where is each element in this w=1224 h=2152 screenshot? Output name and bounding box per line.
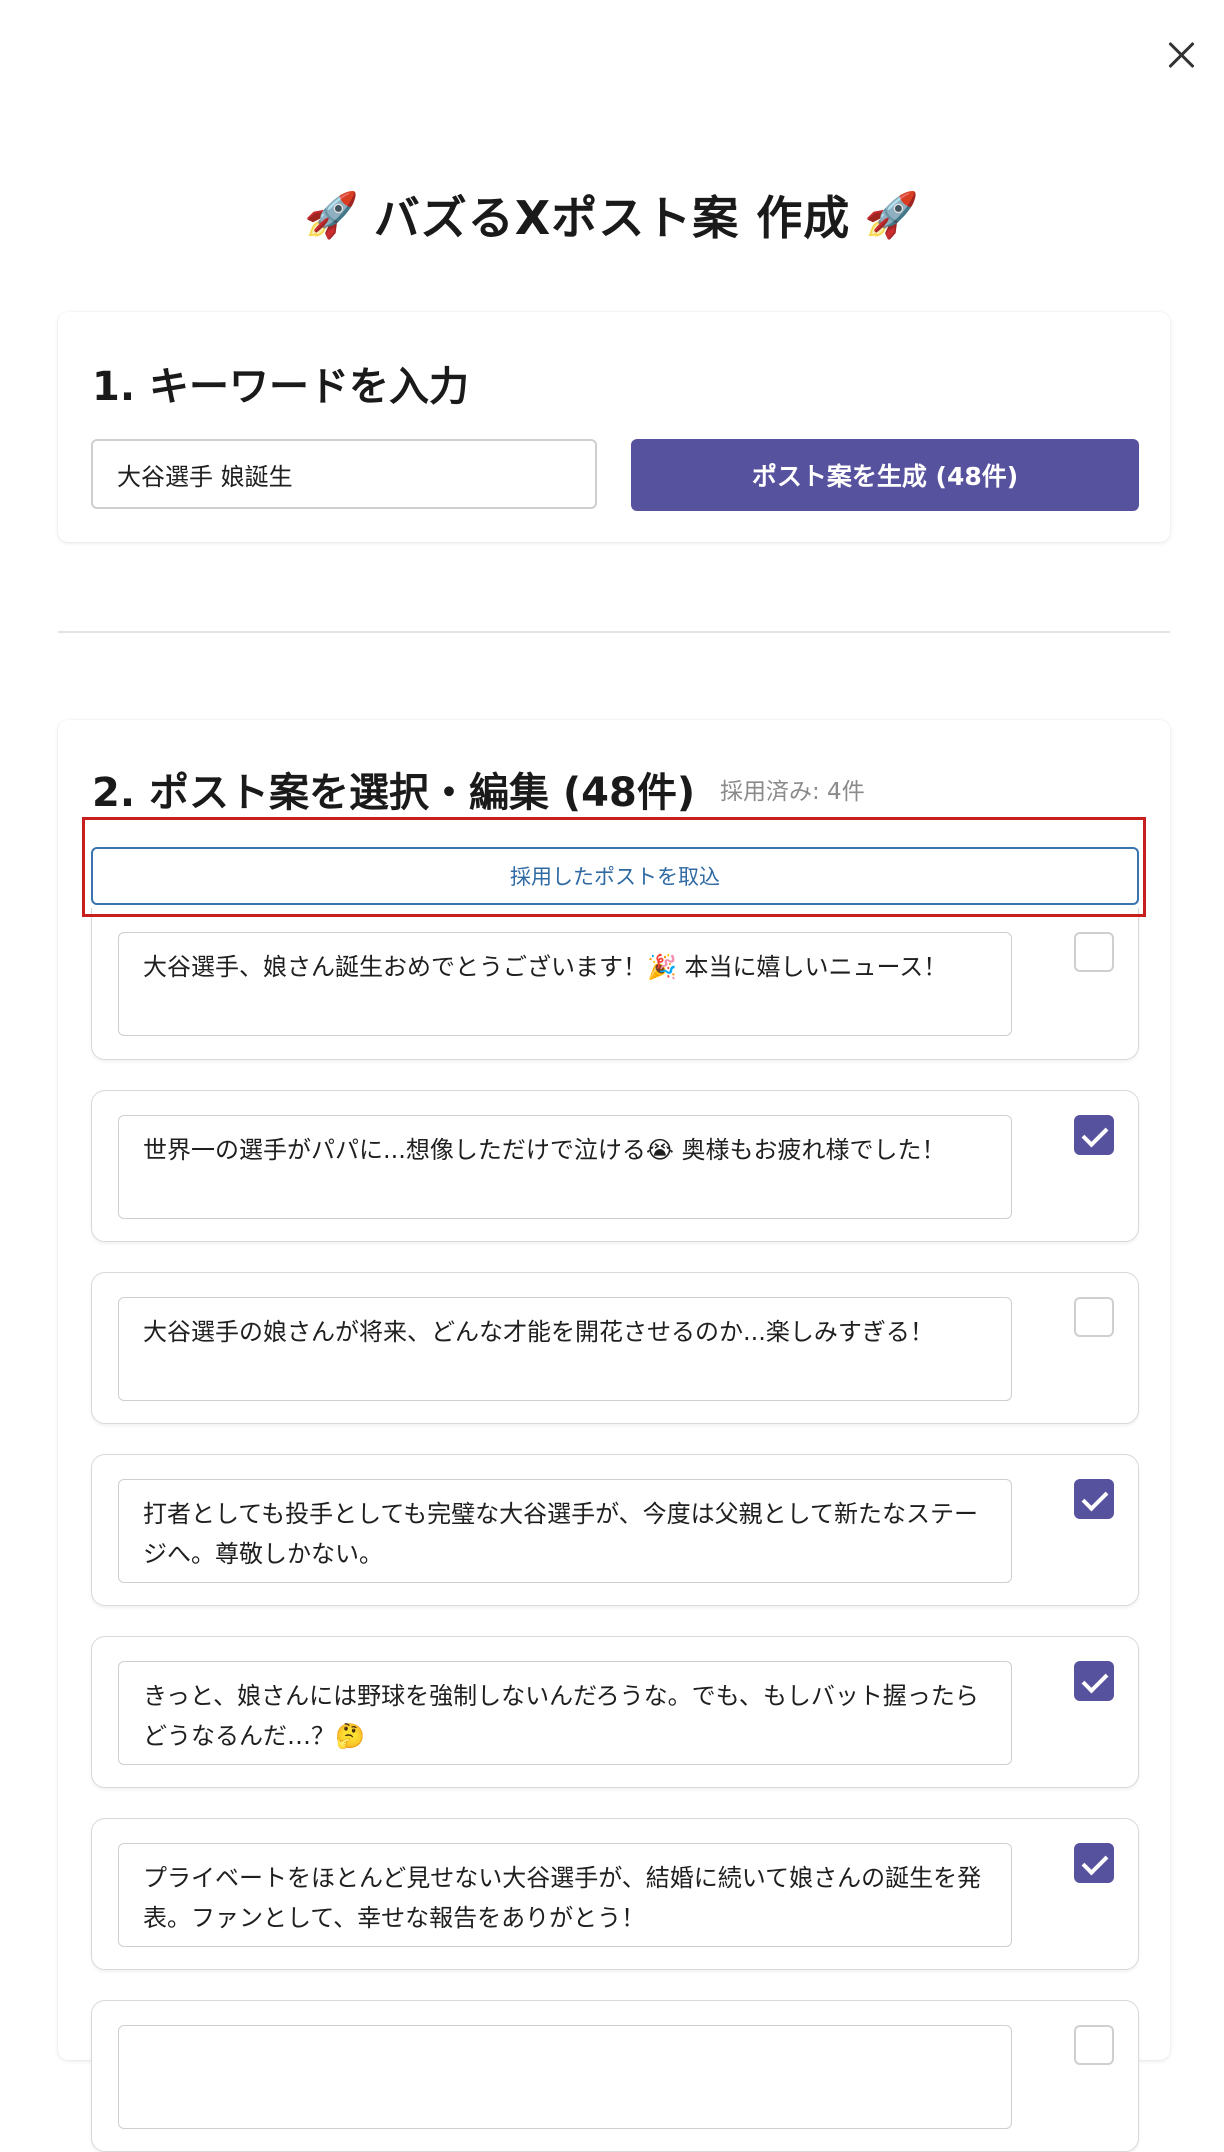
post-item: 大谷選手の娘さんが将来、どんな才能を開花させるのか...楽しみすぎる！	[91, 1272, 1139, 1424]
import-adopted-posts-button[interactable]: 採用したポストを取込	[91, 847, 1139, 905]
posts-card: 2. ポスト案を選択・編集 (48件) 採用済み: 4件 大谷選手、娘さん誕生お…	[58, 720, 1170, 2152]
post-text-field[interactable]: きっと、娘さんには野球を強制しないんだろうな。でも、もしバット握ったらどうなるん…	[118, 1661, 1012, 1765]
posts-section-title: 2. ポスト案を選択・編集 (48件)	[92, 770, 696, 816]
post-item: プライベートをほとんど見せない大谷選手が、結婚に続いて娘さんの誕生を発表。ファン…	[91, 1818, 1139, 1970]
post-item: 大谷選手、娘さん誕生おめでとうございます！🎉 本当に嬉しいニュース！	[91, 908, 1139, 1060]
post-adopt-checkbox[interactable]	[1074, 2025, 1114, 2065]
post-adopt-checkbox[interactable]	[1074, 1479, 1114, 1519]
post-adopt-checkbox[interactable]	[1074, 1115, 1114, 1155]
post-text-field[interactable]: 大谷選手、娘さん誕生おめでとうございます！🎉 本当に嬉しいニュース！	[118, 932, 1012, 1036]
post-text-field[interactable]: 世界一の選手がパパに...想像しただけで泣ける😭 奥様もお疲れ様でした！	[118, 1115, 1012, 1219]
post-text-field[interactable]: 大谷選手の娘さんが将来、どんな才能を開花させるのか...楽しみすぎる！	[118, 1297, 1012, 1401]
close-icon[interactable]	[1162, 36, 1200, 74]
post-adopt-checkbox[interactable]	[1074, 932, 1114, 972]
post-adopt-checkbox[interactable]	[1074, 1661, 1114, 1701]
adopted-count: 採用済み: 4件	[720, 779, 865, 805]
post-item: きっと、娘さんには野球を強制しないんだろうな。でも、もしバット握ったらどうなるん…	[91, 1636, 1139, 1788]
post-item: 世界一の選手がパパに...想像しただけで泣ける😭 奥様もお疲れ様でした！	[91, 1090, 1139, 1242]
post-adopt-checkbox[interactable]	[1074, 1843, 1114, 1883]
post-item: 打者としても投手としても完璧な大谷選手が、今度は父親として新たなステージへ。尊敬…	[91, 1454, 1139, 1606]
post-adopt-checkbox[interactable]	[1074, 1297, 1114, 1337]
page-title: 🚀 バズるXポスト案 作成 🚀	[0, 180, 1224, 250]
rocket-icon: 🚀	[303, 190, 360, 241]
keyword-card: 1. キーワードを入力 ポスト案を生成 (48件)	[58, 312, 1170, 542]
rocket-icon: 🚀	[864, 190, 921, 241]
post-text-field[interactable]	[118, 2025, 1012, 2129]
post-text-field[interactable]: 打者としても投手としても完璧な大谷選手が、今度は父親として新たなステージへ。尊敬…	[118, 1479, 1012, 1583]
keyword-input[interactable]	[91, 439, 597, 509]
keyword-section-title: 1. キーワードを入力	[92, 364, 469, 410]
page-title-text: バズるXポスト案 作成	[373, 191, 851, 245]
generate-posts-button[interactable]: ポスト案を生成 (48件)	[631, 439, 1139, 511]
section-divider	[58, 631, 1170, 633]
post-text-field[interactable]: プライベートをほとんど見せない大谷選手が、結婚に続いて娘さんの誕生を発表。ファン…	[118, 1843, 1012, 1947]
post-item	[91, 2000, 1139, 2152]
